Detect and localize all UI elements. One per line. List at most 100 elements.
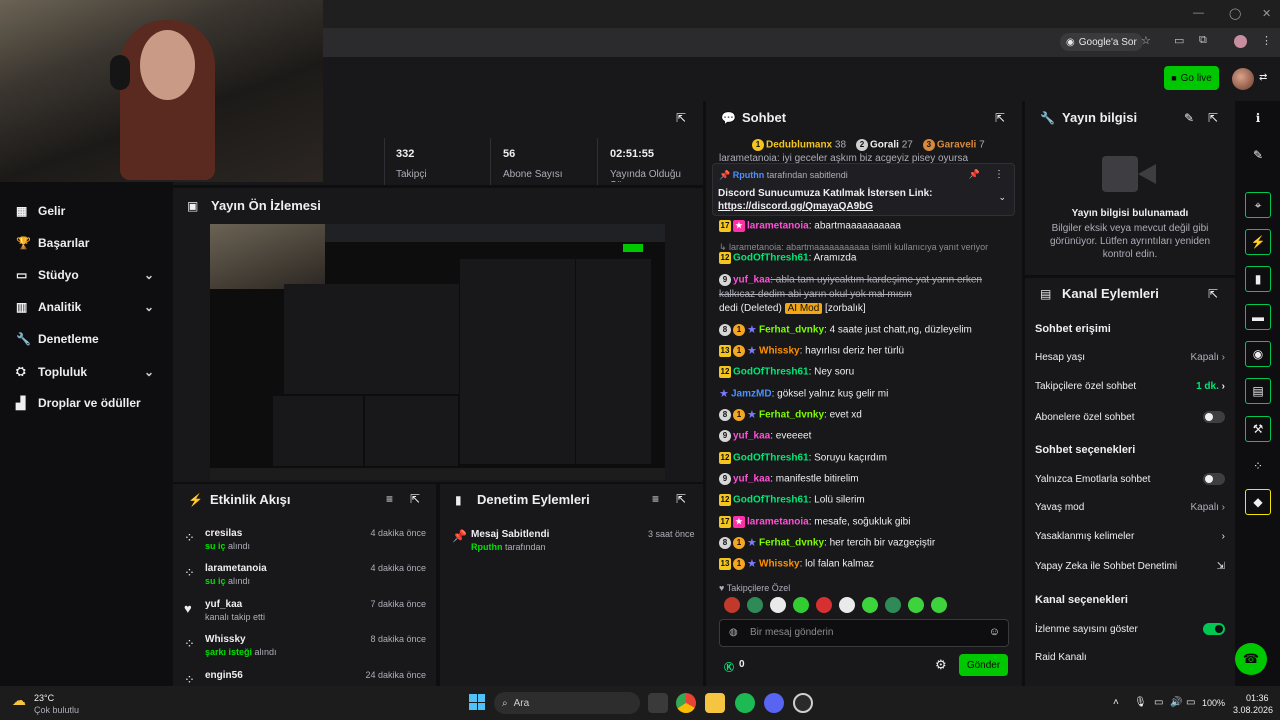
dots-icon[interactable]: ⁘: [1245, 453, 1271, 479]
stream-preview[interactable]: [210, 224, 665, 480]
emoji-icon[interactable]: ☺: [989, 626, 1000, 638]
filter-icon[interactable]: ≡: [652, 492, 659, 506]
chat-bubble-icon[interactable]: ▬: [1245, 304, 1271, 330]
sidebar-item-6[interactable]: ▟ Droplar ve ödüller: [16, 396, 141, 410]
taskbar-search[interactable]: ⌕ Ara: [494, 692, 640, 714]
raid-row[interactable]: Raid Kanalı: [1035, 652, 1225, 663]
popout-icon[interactable]: ⇱: [676, 492, 686, 506]
chat-message[interactable]: 12 GodOfThresh61: Ney soru: [719, 366, 1014, 379]
leader-3[interactable]: 3 Garaveli 7: [922, 139, 985, 151]
chat-message[interactable]: 12 GodOfThresh61: Soruyu kaçırdım: [719, 452, 1014, 465]
chat-username[interactable]: GodOfThresh61: [733, 453, 809, 464]
emote-9[interactable]: [931, 597, 947, 613]
profile-avatar[interactable]: [1234, 35, 1247, 48]
chevron-up-icon[interactable]: ˄: [1113, 697, 1119, 708]
chat-message[interactable]: 17 ★ larametanoia: mesafe, soğukluk gibi: [719, 516, 1014, 529]
volume-icon[interactable]: 🔊: [1170, 697, 1182, 708]
emote-2[interactable]: [770, 597, 786, 613]
popout-icon[interactable]: ⇱: [995, 111, 1005, 125]
chat-message[interactable]: 9 yuf_kaa: eveeeet: [719, 430, 1014, 443]
unpin-icon[interactable]: 📌: [969, 169, 980, 180]
pencil-icon[interactable]: ✎: [1245, 142, 1271, 168]
slow-mode-row[interactable]: Yavaş mod Kapalı ›: [1035, 502, 1225, 513]
minimize-icon[interactable]: —: [1193, 7, 1204, 19]
chat-message[interactable]: kalkıcaz dedim abi yarın okul yok mal mı…: [719, 289, 1014, 301]
list-icon[interactable]: ▤: [1245, 378, 1271, 404]
leader-1[interactable]: 1 Dedublumanx 38: [752, 139, 846, 151]
pinned-link[interactable]: https://discord.gg/QmayaQA9bG: [718, 201, 873, 212]
chat-username[interactable]: GodOfThresh61: [733, 367, 809, 378]
chat-username[interactable]: GodOfThresh61: [733, 495, 809, 506]
show-viewers-toggle[interactable]: [1203, 623, 1225, 635]
chat-username[interactable]: Ferhat_dvnky: [759, 538, 824, 549]
list-item[interactable]: ⁘ cresilas 4 dakika önce su iç alındı: [184, 528, 434, 564]
chat-message[interactable]: 9 yuf_kaa: abla tam uyiycaktım kardeşime …: [719, 274, 1014, 287]
popout-icon[interactable]: ⇱: [410, 492, 420, 506]
battery-icon[interactable]: ▭: [1186, 697, 1195, 708]
sidebar-item-0[interactable]: ▦ Gelir: [16, 204, 65, 218]
chat-username[interactable]: GodOfThresh61: [733, 253, 809, 264]
popout-icon[interactable]: ⇱: [676, 111, 686, 125]
chat-message[interactable]: 12 GodOfThresh61: Aramızda: [719, 252, 1014, 265]
popout-icon[interactable]: ⇱: [1208, 287, 1218, 301]
chat-username[interactable]: Ferhat_dvnky: [759, 410, 824, 421]
emote-6[interactable]: [862, 597, 878, 613]
sidebar-item-2[interactable]: ▭ Stüdyo ⌄: [16, 268, 154, 282]
list-item[interactable]: ♥ yuf_kaa 7 dakika önce kanalı takip etti: [184, 599, 434, 635]
microphone-icon[interactable]: 🎙: [1134, 697, 1147, 708]
list-item[interactable]: ⁘ engin56 24 dakika önce: [184, 670, 434, 686]
send-button[interactable]: Gönder: [959, 654, 1008, 676]
chat-message[interactable]: ★ JamzMD: göksel yalnız kuş gelir mi: [719, 388, 1014, 401]
sidebar-item-4[interactable]: 🔧 Denetleme: [16, 332, 99, 346]
edit-icon[interactable]: ✎: [1184, 111, 1194, 125]
chevron-down-icon[interactable]: ⌄: [998, 192, 1006, 203]
focus-icon[interactable]: ⌖: [1245, 192, 1271, 218]
support-icon[interactable]: ☎: [1235, 643, 1267, 675]
chat-username[interactable]: yuf_kaa: [733, 275, 770, 286]
pinned-message[interactable]: 📌 Rputhn tarafından sabitlendi 📌 ⋮ Disco…: [712, 163, 1015, 216]
emote-0[interactable]: [724, 597, 740, 613]
popout-icon[interactable]: ⇱: [1208, 111, 1218, 125]
chat-username[interactable]: larametanoia: [747, 221, 809, 232]
obs-icon[interactable]: [793, 693, 813, 713]
list-item[interactable]: ⁘ Whissky 8 dakika önce şarkı isteği alındı: [184, 634, 434, 670]
close-icon[interactable]: ✕: [1262, 7, 1271, 20]
extension-icon[interactable]: ▭: [1174, 34, 1184, 47]
points-icon[interactable]: Ⓚ: [724, 659, 734, 674]
windows-start-icon[interactable]: [469, 694, 485, 710]
puzzle-icon[interactable]: ⧉: [1199, 34, 1207, 47]
emote-4[interactable]: [816, 597, 832, 613]
chat-username[interactable]: larametanoia: [747, 517, 809, 528]
chat-message[interactable]: 8 1 ★ Ferhat_dvnky: her tercih bir vazgeçiş…: [719, 537, 1014, 550]
wrench-icon[interactable]: ⚒: [1245, 416, 1271, 442]
gear-icon[interactable]: ⚙: [935, 657, 947, 673]
chat-username[interactable]: Whissky: [759, 559, 800, 570]
chat-username[interactable]: yuf_kaa: [733, 474, 770, 485]
chat-message[interactable]: 9 yuf_kaa: manifestle bitirelim: [719, 473, 1014, 486]
chat-message[interactable]: 13 1 ★ Whissky: lol falan kalmaz: [719, 558, 1014, 571]
google-ask-button[interactable]: ◉ Google'a Sor: [1060, 33, 1143, 51]
chat-input[interactable]: ◍ Bir mesaj gönderin ☺: [719, 619, 1009, 647]
menu-dots-icon[interactable]: ⋮: [1261, 34, 1272, 47]
display-icon[interactable]: ▭: [1154, 697, 1163, 708]
spotify-icon[interactable]: [735, 693, 755, 713]
sidebar-item-3[interactable]: ▥ Analitik ⌄: [16, 300, 154, 314]
account-age-row[interactable]: Hesap yaşı Kapalı ›: [1035, 352, 1225, 363]
followers-only-row[interactable]: Takipçilere özel sohbet 1 dk. ›: [1035, 381, 1225, 392]
emote-5[interactable]: [839, 597, 855, 613]
info-icon[interactable]: ℹ: [1245, 105, 1271, 131]
shield-icon[interactable]: ◆: [1245, 489, 1271, 515]
channel-switch-icon[interactable]: ⇄: [1259, 72, 1267, 83]
maximize-icon[interactable]: ◯: [1229, 7, 1241, 20]
chat-message[interactable]: 8 1 ★ Ferhat_dvnky: 4 saate just chatt,ng, …: [719, 324, 1014, 337]
filter-icon[interactable]: ≡: [386, 492, 393, 506]
task-view-icon[interactable]: [648, 693, 668, 713]
sidebar-item-1[interactable]: 🏆 Başarılar: [16, 236, 89, 250]
broadcast-icon[interactable]: ◉: [1245, 341, 1271, 367]
list-item[interactable]: ⁘ larametanoia 4 dakika önce su iç alındı: [184, 563, 434, 599]
lightning-icon[interactable]: ⚡: [1245, 229, 1271, 255]
chat-username[interactable]: Whissky: [759, 346, 800, 357]
banned-words-row[interactable]: Yasaklanmış kelimeler ›: [1035, 531, 1225, 542]
chat-message[interactable]: 17 ★ larametanoia: abartmaaaaaaaaaa: [719, 220, 1014, 233]
chat-message[interactable]: 8 1 ★ Ferhat_dvnky: evet xd: [719, 409, 1014, 422]
